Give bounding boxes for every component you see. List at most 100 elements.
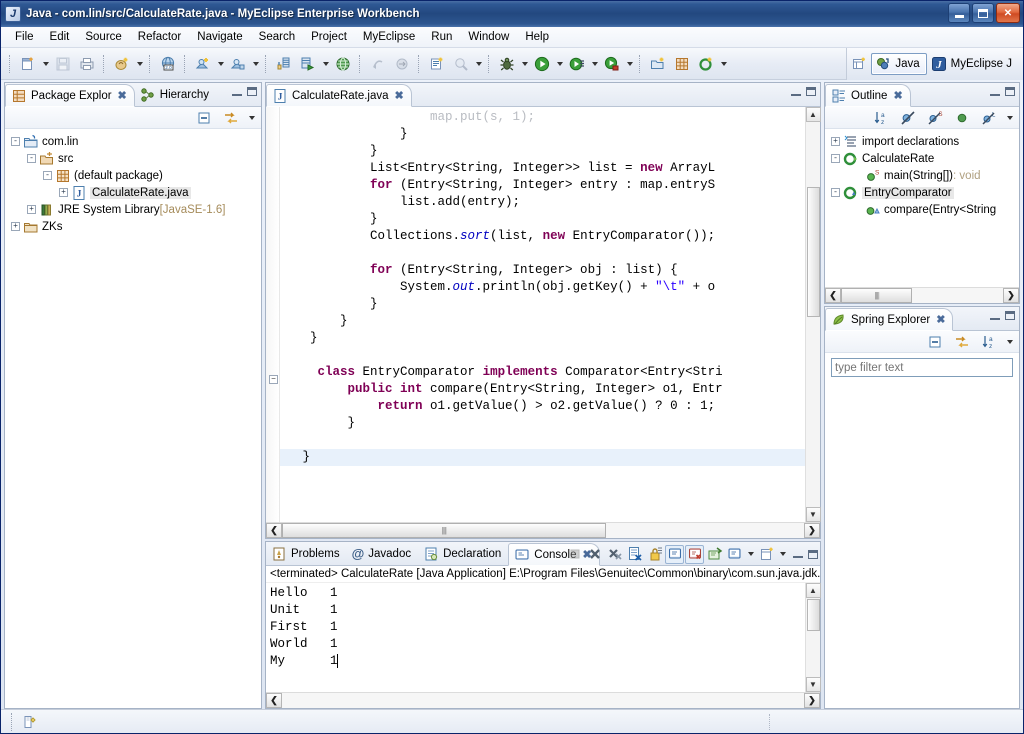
server-icon[interactable] [227, 53, 249, 75]
scroll-right-arrow-icon[interactable]: ❯ [804, 693, 820, 708]
expander-icon[interactable]: - [27, 154, 36, 163]
tab-problems[interactable]: Problems [266, 542, 347, 565]
open-perspective-icon[interactable] [848, 53, 870, 75]
editor-horizontal-scrollbar[interactable]: ❮ |||| ❯ [266, 522, 820, 538]
maximize-button[interactable] [972, 3, 994, 23]
scroll-left-arrow-icon[interactable]: ❮ [825, 288, 841, 303]
scroll-right-arrow-icon[interactable]: ❯ [1003, 288, 1019, 303]
debug-bug-icon[interactable] [496, 53, 518, 75]
minimize-editor-button[interactable] [791, 88, 801, 96]
tab-calculaterate-java[interactable]: J CalculateRate.java ✖ [266, 84, 412, 107]
scroll-thumb[interactable] [806, 187, 820, 317]
scroll-left-arrow-icon[interactable]: ❮ [266, 693, 282, 708]
new-java-project-icon[interactable] [647, 53, 669, 75]
tree-item-default-package[interactable]: - (default package) [11, 167, 261, 184]
browser-20-icon[interactable]: 2.0 [157, 53, 179, 75]
globe-icon[interactable] [332, 53, 354, 75]
maximize-editor-button[interactable] [806, 87, 816, 96]
chevron-down-icon[interactable] [246, 107, 257, 129]
maximize-view-button[interactable] [247, 87, 257, 96]
hide-static-icon[interactable]: S [924, 107, 946, 129]
filter-input[interactable] [831, 358, 1013, 377]
hide-local-icon[interactable]: L [978, 107, 1000, 129]
sort-az-icon[interactable]: az [870, 107, 892, 129]
new-class-icon[interactable] [426, 53, 448, 75]
perspective-myeclipse[interactable]: J MyEclipse J [927, 53, 1019, 75]
console-vertical-scrollbar[interactable]: ▲ ▼ [805, 583, 821, 692]
database-icon[interactable] [273, 53, 295, 75]
maximize-view-button[interactable] [1005, 87, 1015, 96]
run-play-icon[interactable] [531, 53, 553, 75]
hide-nonpublic-icon[interactable] [951, 107, 973, 129]
scroll-left-arrow-icon[interactable]: ❮ [266, 523, 282, 538]
expander-icon[interactable]: + [831, 137, 840, 146]
outline-horizontal-scrollbar[interactable]: ❮ |||| ❯ [825, 287, 1019, 303]
minimize-button[interactable] [948, 3, 970, 23]
print-icon[interactable] [76, 53, 98, 75]
scroll-up-arrow-icon[interactable]: ▲ [805, 583, 821, 598]
expander-icon[interactable]: - [831, 188, 840, 197]
tree-item-jre-system-library[interactable]: + JRE System Library [JavaSE-1.6] [11, 201, 261, 218]
collapse-all-icon[interactable] [924, 331, 946, 353]
menu-file[interactable]: File [7, 29, 42, 45]
server-run-icon[interactable] [297, 53, 319, 75]
new-file-dropdown-icon[interactable] [40, 53, 51, 75]
menu-help[interactable]: Help [517, 29, 557, 45]
new-console-icon[interactable] [725, 545, 744, 564]
expander-icon[interactable]: - [11, 137, 20, 146]
deploy-dropdown-icon[interactable] [215, 53, 226, 75]
close-icon[interactable]: ✖ [395, 89, 404, 102]
new-package-icon[interactable] [671, 53, 693, 75]
outline-item-calculaterate[interactable]: - CalculateRate [831, 150, 1019, 167]
menu-window[interactable]: Window [460, 29, 517, 45]
tab-package-explorer[interactable]: Package Explor ✖ [5, 84, 135, 107]
tab-hierarchy[interactable]: Hierarchy [135, 83, 216, 106]
run-history-dropdown-icon[interactable] [589, 53, 600, 75]
hide-fields-icon[interactable] [897, 107, 919, 129]
scroll-track[interactable] [282, 693, 804, 708]
run-dropdown-icon[interactable] [554, 53, 565, 75]
editor-annotation-ruler[interactable]: − [266, 107, 280, 522]
outline-item-main[interactable]: S main(String[]) : void [831, 167, 1019, 184]
expander-icon[interactable]: + [27, 205, 36, 214]
chevron-down-icon[interactable] [1004, 107, 1015, 129]
outline-item-compare[interactable]: compare(Entry<String [831, 201, 1019, 218]
new-console-view-icon[interactable] [757, 545, 776, 564]
remove-all-icon[interactable] [605, 545, 624, 564]
menu-search[interactable]: Search [251, 29, 303, 45]
maximize-view-button[interactable] [1005, 311, 1015, 320]
scroll-right-arrow-icon[interactable]: ❯ [804, 523, 820, 538]
scroll-lock-icon[interactable] [645, 545, 664, 564]
new-annotation-icon[interactable] [695, 53, 717, 75]
scroll-down-arrow-icon[interactable]: ▼ [805, 677, 821, 692]
minimize-view-button[interactable] [990, 312, 1000, 320]
minimize-view-button[interactable] [990, 88, 1000, 96]
new-console-dropdown-icon[interactable] [777, 543, 788, 565]
expander-icon[interactable]: - [43, 171, 52, 180]
scroll-thumb[interactable] [806, 599, 820, 631]
tree-item-zks[interactable]: + ZKs [11, 218, 261, 235]
expander-icon[interactable]: + [11, 222, 20, 231]
tree-item-src[interactable]: - src [11, 150, 261, 167]
close-button[interactable]: ✕ [996, 3, 1020, 23]
tree-item-calculaterate-java[interactable]: + J CalculateRate.java [11, 184, 261, 201]
java-package-icon[interactable] [111, 53, 133, 75]
remove-launch-icon[interactable] [585, 545, 604, 564]
menu-edit[interactable]: Edit [42, 29, 78, 45]
tab-javadoc[interactable]: @ Javadoc [347, 542, 419, 565]
menu-run[interactable]: Run [423, 29, 460, 45]
open-console-icon[interactable] [705, 545, 724, 564]
tab-spring-explorer[interactable]: Spring Explorer ✖ [825, 308, 954, 331]
new-file-icon[interactable] [17, 53, 39, 75]
outline-item-import-declarations[interactable]: + import declarations [831, 133, 1019, 150]
tab-declaration[interactable]: Declaration [418, 542, 508, 565]
close-icon[interactable]: ✖ [118, 89, 127, 102]
deploy-icon[interactable] [192, 53, 214, 75]
sort-az-icon[interactable]: az [978, 331, 1000, 353]
new-annotation-dropdown-icon[interactable] [718, 53, 729, 75]
link-editor-icon[interactable] [220, 107, 242, 129]
expander-icon[interactable]: + [59, 188, 68, 197]
menu-source[interactable]: Source [77, 29, 129, 45]
code-area[interactable]: map.put(s, 1); } } List<Entry<String, In… [280, 107, 805, 522]
run-history-icon[interactable] [566, 53, 588, 75]
